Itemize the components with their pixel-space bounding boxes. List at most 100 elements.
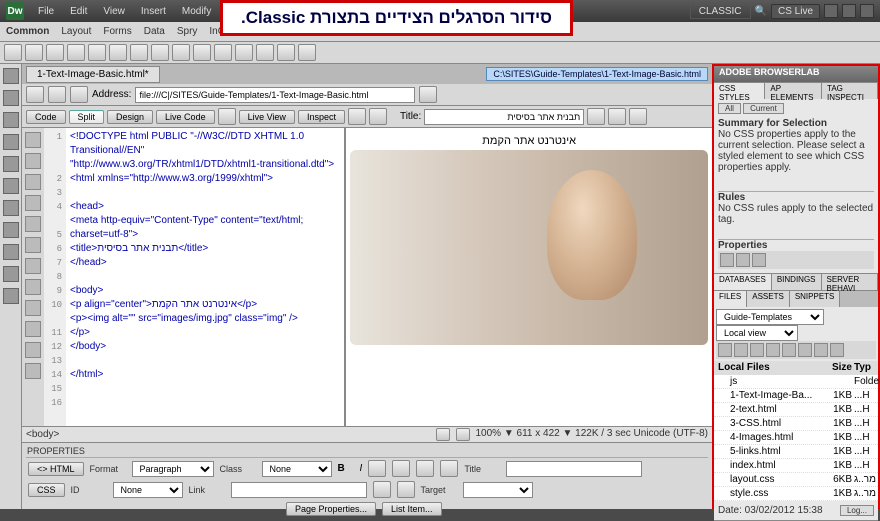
files-tool-icon[interactable] [798,343,812,357]
design-image[interactable] [350,150,708,345]
menu-insert[interactable]: Insert [135,4,172,19]
tool-tag-icon[interactable] [298,44,316,61]
file-row[interactable]: 5-links.html1KB...H [714,445,878,459]
gutter-icon[interactable] [25,342,41,358]
file-row[interactable]: style.css1KBמר..ג [714,487,878,501]
panel-layout[interactable]: Layout [61,26,91,37]
files-tool-icon[interactable] [782,343,796,357]
files-col-name[interactable]: Local Files [716,362,824,373]
design-pane[interactable]: אינטרנט אתר הקמת [346,128,712,426]
tab-bindings[interactable]: BINDINGS [772,274,822,290]
back-icon[interactable] [26,86,44,103]
page-properties-button[interactable]: Page Properties... [286,502,376,516]
search-icon[interactable]: 🔍 [755,6,767,17]
palette-icon[interactable] [3,156,19,172]
close-icon[interactable] [860,4,874,18]
tab-files[interactable]: FILES [714,291,747,307]
tool-image-icon[interactable] [109,44,127,61]
tool-head-icon[interactable] [235,44,253,61]
palette-icon[interactable] [3,90,19,106]
menu-file[interactable]: File [32,4,60,19]
file-row[interactable]: layout.css6KBמר..ג [714,473,878,487]
tool-email-icon[interactable] [25,44,43,61]
tab-databases[interactable]: DATABASES [714,274,772,290]
panel-common[interactable]: Common [6,26,49,37]
palette-icon[interactable] [3,244,19,260]
tool-anchor-icon[interactable] [46,44,64,61]
tool-templates-icon[interactable] [277,44,295,61]
doc-tab[interactable]: 1-Text-Image-Basic.html* [26,66,160,83]
bold-icon[interactable]: B [338,463,345,474]
tool-table-icon[interactable] [67,44,85,61]
gutter-icon[interactable] [25,216,41,232]
view-select[interactable]: Local view [716,325,798,341]
files-col-size[interactable]: Size [824,362,852,373]
link-browse-icon[interactable] [397,481,415,498]
palette-icon[interactable] [3,266,19,282]
list-item-button[interactable]: List Item... [382,502,442,516]
palette-icon[interactable] [3,178,19,194]
palette-icon[interactable] [3,112,19,128]
props-css-tab[interactable]: CSS [28,483,65,497]
file-row[interactable]: 1-Text-Image-Ba...1KB...H [714,389,878,403]
view-split[interactable]: Split [69,110,105,124]
tool-hyperlink-icon[interactable] [4,44,22,61]
minimize-icon[interactable] [824,4,838,18]
code-editor[interactable]: <!DOCTYPE html PUBLIC "-//W3C//DTD XHTML… [66,128,344,426]
gutter-icon[interactable] [25,300,41,316]
menu-view[interactable]: View [97,4,131,19]
files-tool-icon[interactable] [830,343,844,357]
link-target-icon[interactable] [373,481,391,498]
file-row[interactable]: index.html1KB...H [714,459,878,473]
gutter-icon[interactable] [25,363,41,379]
refresh-icon[interactable] [369,108,387,125]
format-select[interactable]: Paragraph [132,461,214,477]
forward-icon[interactable] [48,86,66,103]
css-all-button[interactable]: All [718,103,741,114]
layout-dropdown[interactable]: CLASSIC [690,4,751,19]
palette-icon[interactable] [3,134,19,150]
indent-icon[interactable] [440,460,458,477]
title-input[interactable] [424,109,584,125]
tool-comment-icon[interactable] [214,44,232,61]
view-liveview[interactable]: Live View [239,110,295,124]
gutter-icon[interactable] [25,279,41,295]
link-input[interactable] [231,482,367,498]
outdent-icon[interactable] [416,460,434,477]
view-code[interactable]: Code [26,110,66,124]
file-row[interactable]: 4-Images.html1KB...H [714,431,878,445]
gutter-icon[interactable] [25,153,41,169]
gutter-icon[interactable] [25,195,41,211]
css-tool-icon[interactable] [752,253,766,267]
view-design[interactable]: Design [107,110,153,124]
css-tool-icon[interactable] [720,253,734,267]
panel-forms[interactable]: Forms [103,26,131,37]
view-livecode[interactable]: Live Code [156,110,215,124]
menu-modify[interactable]: Modify [176,4,217,19]
browser-icon[interactable] [348,108,366,125]
italic-icon[interactable]: I [360,463,363,474]
tab-ap-elements[interactable]: AP ELEMENTS [765,83,822,99]
files-tool-icon[interactable] [718,343,732,357]
tab-snippets[interactable]: SNIPPETS [790,291,841,307]
tool-media-icon[interactable] [130,44,148,61]
target-select[interactable] [463,482,533,498]
file-row[interactable]: 3-CSS.html1KB...H [714,417,878,431]
props-html-tab[interactable]: <> HTML [28,462,84,476]
panel-data[interactable]: Data [144,26,165,37]
check-icon[interactable] [629,108,647,125]
list-ul-icon[interactable] [368,460,386,477]
site-select[interactable]: Guide-Templates [716,309,824,325]
gutter-icon[interactable] [25,237,41,253]
files-tree[interactable]: jsFolde1-Text-Image-Ba...1KB...H2-text.h… [714,375,878,501]
gutter-icon[interactable] [25,258,41,274]
palette-icon[interactable] [3,200,19,216]
gutter-icon[interactable] [25,132,41,148]
gutter-icon[interactable] [25,174,41,190]
files-tool-icon[interactable] [814,343,828,357]
css-tool-icon[interactable] [736,253,750,267]
tab-css-styles[interactable]: CSS STYLES [714,83,765,99]
file-row[interactable]: 2-text.html1KB...H [714,403,878,417]
menu-edit[interactable]: Edit [64,4,93,19]
title-input[interactable] [506,461,642,477]
